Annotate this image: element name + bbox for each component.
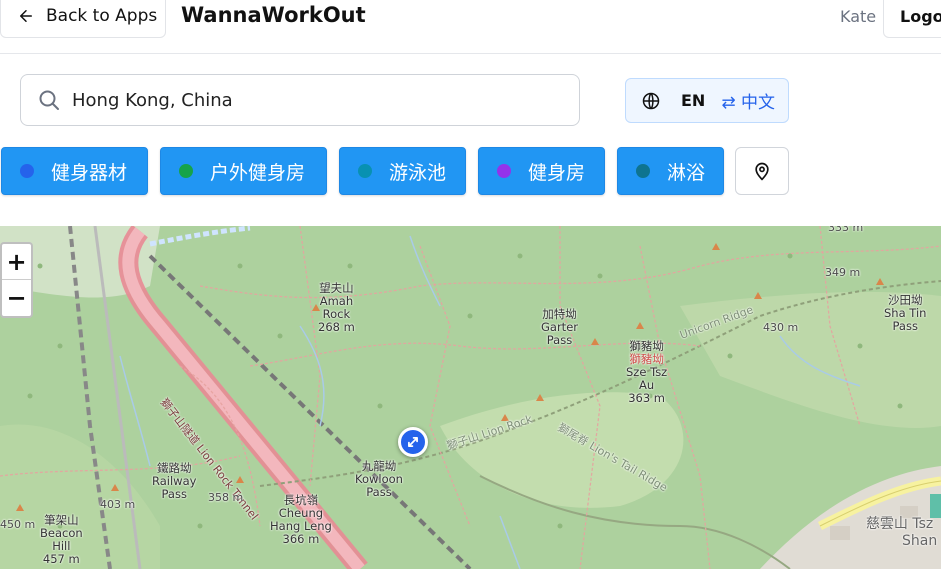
category-dot-icon xyxy=(636,164,650,178)
map-label-beacon-hill: 筆架山 Beacon Hill 457 m xyxy=(40,513,83,566)
search-icon xyxy=(39,90,59,110)
switch-language-link[interactable]: ⇄ 中文 xyxy=(721,88,775,113)
map-label-elevation: 349 m xyxy=(825,266,861,279)
language-toggle[interactable]: EN ⇄ 中文 xyxy=(625,78,789,123)
back-to-apps-button[interactable]: Back to Apps xyxy=(0,0,166,38)
app-title: WannaWorkOut xyxy=(181,3,366,27)
map-label-railway-pass: 鐵路坳 Railway Pass xyxy=(152,461,197,501)
map-label-kowloon-pass: 九龍坳 Kowloon Pass xyxy=(355,459,403,499)
map-label-cheung-hang-leng: 長坑嶺 Cheung Hang Leng 366 m xyxy=(270,493,332,546)
map-label-elevation: 333 m xyxy=(828,226,864,234)
filter-label: 淋浴 xyxy=(667,161,706,184)
zoom-in-button[interactable]: + xyxy=(2,244,31,280)
map-label-elevation: 430 m xyxy=(763,321,799,334)
map-label-elevation: 403 m xyxy=(100,498,136,511)
filter-chip-fitness-equipment[interactable]: 健身器材 xyxy=(1,147,148,195)
back-to-apps-label: Back to Apps xyxy=(46,6,158,26)
location-search-input[interactable]: Hong Kong, China xyxy=(20,74,580,126)
map-label-amah-rock: 望夫山 Amah Rock 268 m xyxy=(318,281,355,334)
map-label-elevation: 450 m xyxy=(0,518,36,531)
map-zoom-control: + − xyxy=(0,242,33,318)
filter-label: 游泳池 xyxy=(389,161,447,184)
logout-button[interactable]: Logout xyxy=(883,0,941,38)
search-value: Hong Kong, China xyxy=(72,89,233,111)
category-dot-icon xyxy=(20,164,34,178)
category-dot-icon xyxy=(179,164,193,178)
current-language: EN xyxy=(681,91,706,110)
map-label-elevation: 358 m xyxy=(208,491,244,504)
map-label-sha-tin-pass: 沙田坳 Sha Tin Pass xyxy=(884,293,927,333)
map-pin-icon xyxy=(755,162,769,181)
filter-label: 健身器材 xyxy=(51,161,128,184)
user-name: Kate xyxy=(840,7,877,26)
filter-chip-outdoor-gym[interactable]: 户外健身房 xyxy=(160,147,327,195)
map-label-sze-tsz-au: 獅豬坳 獅豬坳 Sze Tsz Au 363 m xyxy=(626,339,668,405)
map-label-garter-pass: 加特坳 Garter Pass xyxy=(541,307,578,347)
top-header: Back to Apps WannaWorkOut Kate Logout xyxy=(0,0,941,54)
filter-chip-gym[interactable]: 健身房 xyxy=(478,147,605,195)
globe-icon xyxy=(642,92,660,109)
map-canvas[interactable]: 望夫山 Amah Rock 268 m 加特坳 Garter Pass 獅豬坳 獅豬坳 Sze… xyxy=(0,226,941,569)
filter-label: 健身房 xyxy=(528,161,586,184)
map-tiles xyxy=(0,226,941,569)
category-dot-icon xyxy=(497,164,511,178)
my-location-button[interactable] xyxy=(735,147,789,195)
arrow-left-icon xyxy=(20,10,32,22)
zoom-out-button[interactable]: − xyxy=(2,280,31,316)
expand-arrows-icon xyxy=(408,437,418,447)
category-dot-icon xyxy=(358,164,372,178)
filter-chip-shower[interactable]: 淋浴 xyxy=(617,147,724,195)
map-label-tsz-wan-shan: 慈雲山 Tsz Shan xyxy=(865,516,938,549)
current-location-marker[interactable] xyxy=(398,427,428,457)
filter-chip-swimming-pool[interactable]: 游泳池 xyxy=(339,147,466,195)
filter-label: 户外健身房 xyxy=(210,161,306,184)
